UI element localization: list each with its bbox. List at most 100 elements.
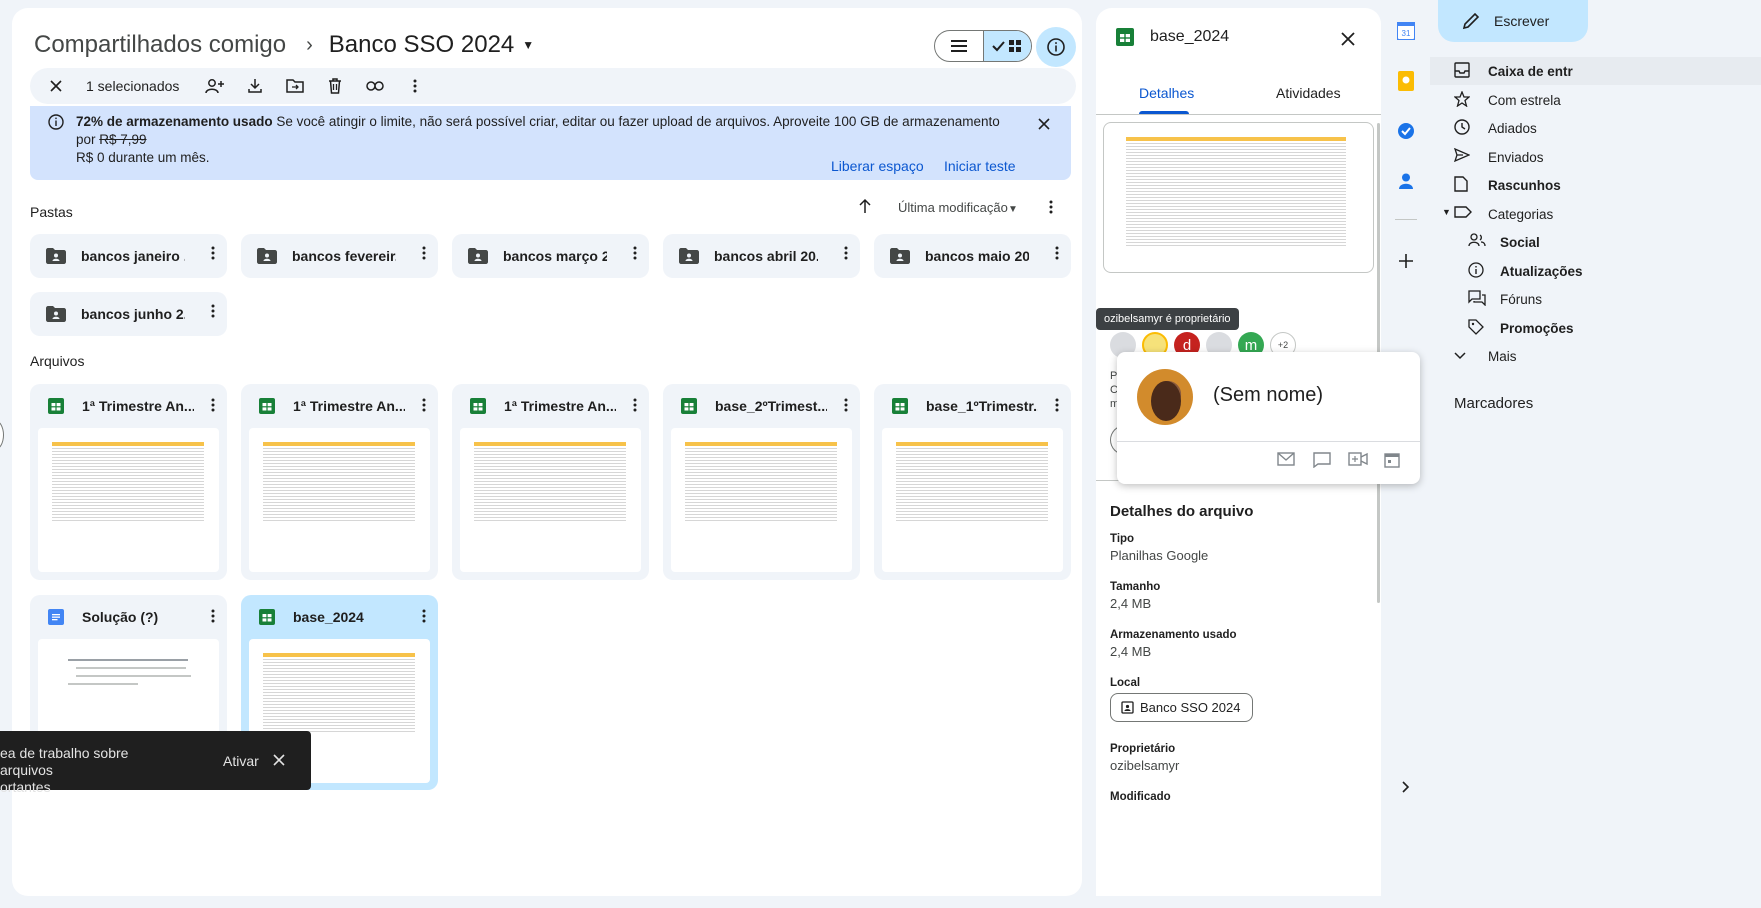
chat-icon[interactable]	[1313, 452, 1331, 468]
more-vert-icon[interactable]	[422, 609, 426, 628]
contacts-app-icon[interactable]	[1395, 170, 1417, 192]
more-vert-icon[interactable]	[633, 398, 637, 417]
file-card[interactable]: base_2ºTrimest...	[663, 384, 860, 580]
toast-activate-button[interactable]: Ativar	[223, 753, 259, 769]
file-card[interactable]: 1ª Trimestre An...	[452, 384, 649, 580]
files-heading: Arquivos	[30, 353, 85, 369]
file-name: base_1ºTrimestr...	[926, 398, 1038, 414]
list-icon	[950, 40, 967, 52]
folder-item[interactable]: bancos fevereir...	[241, 234, 438, 278]
delete-button[interactable]	[315, 68, 355, 104]
mail-folder-item[interactable]: Social	[1430, 228, 1761, 256]
mail-folder-item[interactable]: Promoções	[1430, 314, 1761, 342]
tasks-app-icon[interactable]	[1395, 120, 1417, 142]
calendar-app-icon[interactable]: 31	[1395, 20, 1417, 42]
clear-selection-button[interactable]	[44, 68, 68, 104]
arrow-up-icon[interactable]	[858, 198, 872, 214]
more-vert-icon[interactable]	[1055, 398, 1059, 417]
file-preview[interactable]	[1103, 122, 1374, 273]
caret-down-icon[interactable]: ▼	[522, 38, 534, 52]
file-name: 1ª Trimestre An...	[504, 398, 616, 414]
shared-folder-icon	[257, 248, 277, 264]
more-vert-icon[interactable]	[1042, 198, 1060, 216]
mail-folder-label: Fóruns	[1500, 292, 1543, 307]
add-person-icon	[205, 79, 225, 94]
mail-folder-item[interactable]: Caixa de entr	[1430, 57, 1761, 85]
mail-folder-item[interactable]: Atualizações	[1430, 257, 1761, 285]
add-app-button[interactable]	[1395, 250, 1417, 272]
free-space-link[interactable]: Liberar espaço	[831, 158, 924, 174]
more-vert-icon[interactable]	[422, 246, 426, 265]
grid-view-button[interactable]	[982, 31, 1031, 61]
mail-folder-item[interactable]: ▼ Categorias	[1430, 200, 1761, 228]
owner-tooltip: ozibelsamyr é proprietário	[1096, 308, 1239, 330]
more-vert-icon[interactable]	[422, 398, 426, 417]
file-thumbnail	[671, 428, 852, 572]
download-icon	[248, 79, 263, 93]
close-icon[interactable]	[1336, 27, 1360, 51]
mail-folder-item[interactable]: Rascunhos	[1430, 171, 1761, 199]
download-button[interactable]	[235, 68, 275, 104]
video-call-icon[interactable]	[1348, 452, 1368, 466]
more-vert-icon	[413, 79, 417, 93]
breadcrumb-current[interactable]: Banco SSO 2024	[329, 31, 514, 59]
share-button[interactable]	[195, 68, 235, 104]
sheets-icon	[1116, 28, 1134, 46]
folder-item[interactable]: bancos janeiro ...	[30, 234, 227, 278]
sheets-icon	[892, 398, 908, 414]
more-vert-icon[interactable]	[844, 398, 848, 417]
sort-selector[interactable]: Última modificação	[898, 200, 1008, 215]
more-actions-button[interactable]	[395, 68, 435, 104]
docs-icon	[48, 609, 64, 625]
folder-name: bancos janeiro ...	[81, 248, 185, 264]
folder-item[interactable]: bancos maio 20...	[874, 234, 1071, 278]
folder-name: bancos fevereir...	[292, 248, 396, 264]
folder-item[interactable]: bancos junho 2...	[30, 292, 227, 336]
more-vert-icon[interactable]	[844, 246, 848, 265]
email-icon[interactable]	[1277, 452, 1295, 466]
close-icon[interactable]	[1032, 112, 1056, 136]
file-card[interactable]: 1ª Trimestre An...	[241, 384, 438, 580]
mail-folder-item[interactable]: Mais	[1430, 342, 1761, 370]
tab-activity[interactable]: Atividades	[1276, 85, 1341, 101]
more-vert-icon[interactable]	[211, 304, 215, 323]
trash-icon	[329, 78, 342, 94]
file-thumbnail	[249, 428, 430, 572]
tab-details[interactable]: Detalhes	[1139, 85, 1194, 101]
breadcrumb-parent[interactable]: Compartilhados comigo	[34, 31, 286, 59]
caret-down-icon: ▼	[1008, 204, 1018, 215]
list-view-button[interactable]	[935, 31, 983, 61]
caret-down-icon[interactable]: ▼	[1442, 207, 1451, 217]
gmail-sidebar: Escrever Caixa de entr Com estrela Adiados…	[1430, 0, 1761, 908]
more-vert-icon[interactable]	[211, 246, 215, 265]
folder-item[interactable]: bancos março 2...	[452, 234, 649, 278]
mail-folder-item[interactable]: Enviados	[1430, 143, 1761, 171]
file-name: 1ª Trimestre An...	[82, 398, 194, 414]
mail-folder-item[interactable]: Adiados	[1430, 114, 1761, 142]
owner-label: Proprietário	[1110, 743, 1176, 755]
scroll-left-button[interactable]	[0, 420, 4, 450]
folder-item[interactable]: bancos abril 20...	[663, 234, 860, 278]
location-chip[interactable]: Banco SSO 2024	[1110, 693, 1254, 722]
file-card[interactable]: base_1ºTrimestr...	[874, 384, 1071, 580]
keep-app-icon[interactable]	[1395, 70, 1417, 92]
close-icon[interactable]	[272, 753, 286, 767]
mail-folder-item[interactable]: Fóruns	[1430, 285, 1761, 313]
expand-panel-button[interactable]	[1395, 776, 1417, 798]
more-vert-icon[interactable]	[211, 398, 215, 417]
more-vert-icon[interactable]	[211, 609, 215, 628]
more-vert-icon[interactable]	[1055, 246, 1059, 265]
move-button[interactable]	[275, 68, 315, 104]
details-info-button[interactable]	[1036, 27, 1076, 67]
start-trial-link[interactable]: Iniciar teste	[944, 158, 1016, 174]
more-vert-icon[interactable]	[633, 246, 637, 265]
compose-button[interactable]: Escrever	[1438, 0, 1588, 42]
mail-folder-item[interactable]: Com estrela	[1430, 86, 1761, 114]
copy-link-button[interactable]	[355, 68, 395, 104]
avatar	[1137, 369, 1193, 425]
file-name: base_2ºTrimest...	[715, 398, 827, 414]
file-name: 1ª Trimestre An...	[293, 398, 405, 414]
storage-text-2: R$ 0 durante um mês.	[76, 150, 210, 165]
file-card[interactable]: 1ª Trimestre An...	[30, 384, 227, 580]
move-folder-icon	[286, 79, 305, 93]
